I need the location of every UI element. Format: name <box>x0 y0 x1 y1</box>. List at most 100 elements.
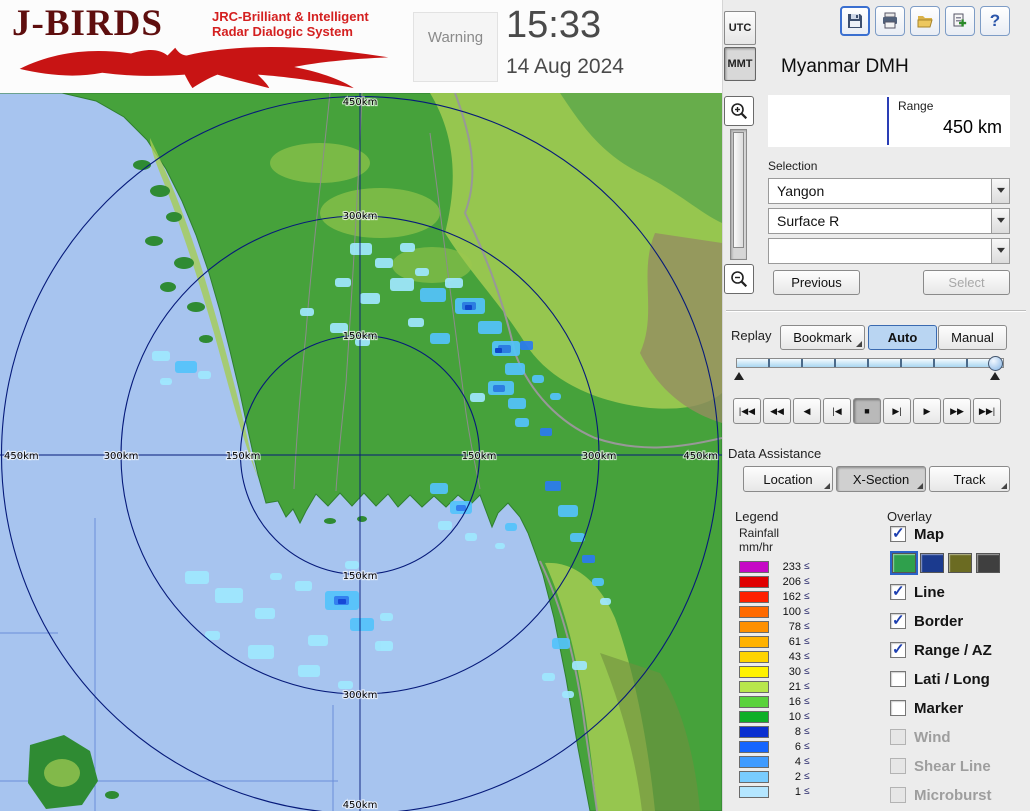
legend-unit-line1: Rainfall <box>739 526 855 540</box>
checkbox-border[interactable] <box>890 613 906 629</box>
legend-swatch <box>739 741 769 753</box>
legend-lte-sign: ≤ <box>804 741 810 752</box>
legend-value: 21 <box>769 681 801 693</box>
legend-lte-sign: ≤ <box>804 606 810 617</box>
save-button[interactable] <box>840 6 870 36</box>
legend-lte-sign: ≤ <box>804 756 810 767</box>
open-folder-button[interactable] <box>910 6 940 36</box>
zoom-out-button[interactable] <box>724 264 754 294</box>
overlay-label-microburst: Microburst <box>914 787 992 804</box>
warning-label: Warning <box>428 29 483 46</box>
svg-text:300km: 300km <box>582 451 617 462</box>
overlay-label-marker: Marker <box>914 700 963 717</box>
checkbox-range-az[interactable] <box>890 642 906 658</box>
zoom-slider-thumb[interactable] <box>733 132 744 248</box>
manual-button[interactable]: Manual <box>938 325 1007 350</box>
replay-slider[interactable] <box>736 356 1004 382</box>
checkbox-lati-long[interactable] <box>890 671 906 687</box>
replay-slider-track[interactable] <box>736 358 1004 368</box>
legend-row: 61≤ <box>739 634 855 649</box>
station-title: Myanmar DMH <box>781 56 909 78</box>
option-dropdown[interactable] <box>768 238 1010 264</box>
warning-button[interactable]: Warning <box>413 12 498 82</box>
legend-swatch <box>739 756 769 768</box>
map-style-swatch-2[interactable] <box>920 553 944 573</box>
map-style-swatch-1[interactable] <box>892 553 916 573</box>
export-icon <box>951 12 969 30</box>
site-dropdown[interactable]: Yangon <box>768 178 1010 204</box>
print-button[interactable] <box>875 6 905 36</box>
product-dropdown[interactable]: Surface R <box>768 208 1010 234</box>
legend-lte-sign: ≤ <box>804 711 810 722</box>
playback-step-back[interactable]: |◀ <box>823 398 851 424</box>
checkbox-map[interactable] <box>890 526 906 542</box>
legend-swatch <box>739 726 769 738</box>
zoom-in-button[interactable] <box>724 96 754 126</box>
legend-value: 30 <box>769 666 801 678</box>
playback-skip-to-start[interactable]: |◀◀ <box>733 398 761 424</box>
checkbox-wind <box>890 729 906 745</box>
legend-lte-sign: ≤ <box>804 636 810 647</box>
legend-value: 16 <box>769 696 801 708</box>
legend-swatch <box>739 606 769 618</box>
map-style-swatch-4[interactable] <box>976 553 1000 573</box>
replay-slider-handle[interactable] <box>988 356 1003 371</box>
playback-stop[interactable]: ■ <box>853 398 881 424</box>
svg-text:450km: 450km <box>4 451 39 462</box>
legend-row: 206≤ <box>739 574 855 589</box>
svg-text:150km: 150km <box>343 571 378 582</box>
playback-skip-to-end[interactable]: ▶▶| <box>973 398 1001 424</box>
radar-map[interactable]: 450km 300km 150km 150km 300km 450km 450k… <box>0 93 722 811</box>
playback-fast-forward[interactable]: ▶▶ <box>943 398 971 424</box>
legend-swatch <box>739 621 769 633</box>
svg-text:150km: 150km <box>226 451 261 462</box>
legend-row: 78≤ <box>739 619 855 634</box>
x-section-button[interactable]: X-Section <box>836 466 926 492</box>
legend-value: 43 <box>769 651 801 663</box>
logo-slogan-line2: Radar Dialogic System <box>212 24 369 39</box>
export-button[interactable] <box>945 6 975 36</box>
checkbox-marker[interactable] <box>890 700 906 716</box>
help-button[interactable] <box>980 6 1010 36</box>
mmt-button[interactable]: MMT <box>724 47 756 81</box>
previous-button[interactable]: Previous <box>773 270 860 295</box>
chevron-down-icon[interactable] <box>991 239 1009 263</box>
bookmark-button[interactable]: Bookmark <box>780 325 865 350</box>
chevron-down-icon[interactable] <box>991 209 1009 233</box>
svg-text:300km: 300km <box>343 211 378 222</box>
zoom-slider[interactable] <box>730 129 747 260</box>
overlay-label: Overlay <box>887 509 932 524</box>
location-button[interactable]: Location <box>743 466 833 492</box>
legend-lte-sign: ≤ <box>804 666 810 677</box>
legend-swatch <box>739 711 769 723</box>
island-terrain <box>44 759 80 787</box>
select-button[interactable]: Select <box>923 270 1010 295</box>
print-icon <box>881 12 899 30</box>
svg-text:300km: 300km <box>104 451 139 462</box>
playback-play[interactable]: ▶ <box>913 398 941 424</box>
auto-button[interactable]: Auto <box>868 325 937 350</box>
site-dropdown-value: Yangon <box>769 183 991 199</box>
legend-value: 6 <box>769 741 801 753</box>
overlay-label-lati-long: Lati / Long <box>914 671 990 688</box>
playback-fast-rewind[interactable]: ◀◀ <box>763 398 791 424</box>
playback-step-forward[interactable]: ▶| <box>883 398 911 424</box>
track-button[interactable]: Track <box>929 466 1010 492</box>
legend-value: 233 <box>769 561 801 573</box>
checkbox-line[interactable] <box>890 584 906 600</box>
range-divider <box>887 97 889 145</box>
checkbox-microburst <box>890 787 906 803</box>
map-style-swatch-3[interactable] <box>948 553 972 573</box>
clock-date: 14 Aug 2024 <box>506 55 624 79</box>
eagle-logo-icon <box>8 42 400 90</box>
zoom-in-icon <box>729 101 749 121</box>
overlay-label-map: Map <box>914 526 944 543</box>
chevron-down-icon[interactable] <box>991 179 1009 203</box>
legend-value: 78 <box>769 621 801 633</box>
legend-lte-sign: ≤ <box>804 576 810 587</box>
playback-play-reverse[interactable]: ◀ <box>793 398 821 424</box>
legend-swatch <box>739 696 769 708</box>
legend-value: 100 <box>769 606 801 618</box>
utc-button[interactable]: UTC <box>724 11 756 45</box>
overlay-row-lati-long: Lati / Long <box>890 669 1030 689</box>
